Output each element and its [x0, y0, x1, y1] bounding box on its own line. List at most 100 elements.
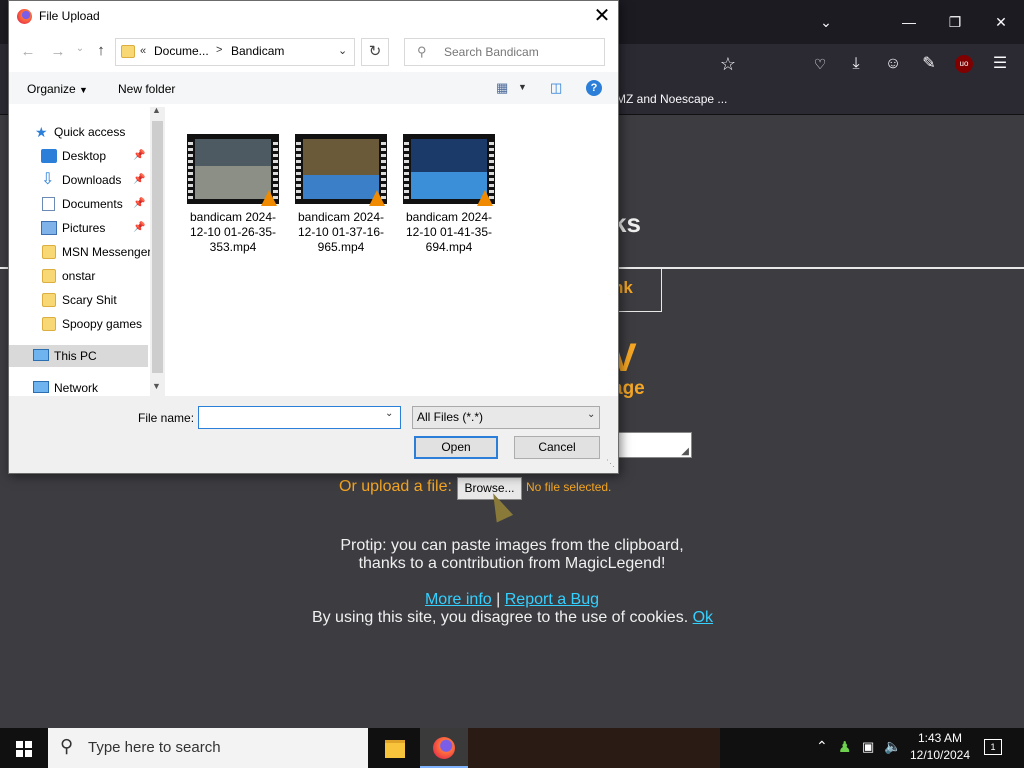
film-strip — [296, 139, 301, 199]
nav-label: Quick access — [54, 125, 126, 139]
nav-label: This PC — [54, 349, 97, 363]
pocket-icon[interactable]: ♡ — [808, 52, 832, 76]
forward-arrow-icon[interactable]: → — [47, 43, 69, 60]
film-strip — [404, 139, 409, 199]
more-info-link[interactable]: More info — [425, 591, 492, 608]
view-options-icon[interactable]: ▦ — [496, 80, 508, 96]
file-name: bandicam 2024-12-10 01-41-35-694.mp4 — [405, 210, 493, 254]
file-name-dropdown-chevron-icon[interactable]: ⌄ — [385, 408, 393, 419]
preview-pane-icon[interactable]: ◫ — [550, 80, 562, 96]
file-name: bandicam 2024-12-10 01-37-16-965.mp4 — [297, 210, 385, 254]
refresh-button[interactable]: ↻ — [361, 38, 389, 66]
start-button[interactable] — [0, 728, 48, 768]
clock-date[interactable]: 12/10/2024 — [900, 748, 980, 762]
taskbar-search-box[interactable]: ⚲ Type here to search — [48, 728, 368, 768]
download-arrow-icon: ⇩ — [41, 171, 55, 188]
info-links: More info | Report a Bug — [312, 591, 712, 609]
file-name-label: File name: — [138, 411, 195, 425]
windows-taskbar: ⚲ Type here to search ⌃ ♟ ▣ 🔈 1:43 AM 12… — [0, 728, 1024, 768]
nav-documents[interactable]: Documents 📌 — [9, 193, 149, 215]
restore-window-button[interactable]: ❐ — [943, 10, 967, 34]
navigation-pane: ★ Quick access Desktop 📌 ⇩ Downloads 📌 D… — [9, 104, 165, 396]
organize-button[interactable]: Organize ▼ — [27, 82, 88, 96]
nav-desktop[interactable]: Desktop 📌 — [9, 145, 149, 167]
hamburger-menu-icon[interactable]: ☰ — [988, 52, 1012, 76]
cookie-ok-link[interactable]: Ok — [693, 609, 713, 626]
pin-icon[interactable]: 📌 — [133, 217, 145, 239]
help-icon[interactable]: ? — [586, 80, 602, 96]
filter-dropdown-chevron-icon[interactable]: ⌄ — [587, 409, 595, 420]
folder-search-box[interactable]: ⚲ Search Bandicam — [404, 38, 605, 66]
desktop-icon — [41, 149, 57, 163]
resize-grip-icon[interactable]: ⋱ — [606, 458, 615, 469]
url-textarea[interactable]: ◢ — [612, 432, 692, 458]
nav-spoopy-games[interactable]: Spoopy games — [9, 313, 149, 335]
nav-quick-access[interactable]: ★ Quick access — [9, 121, 149, 143]
address-dropdown-chevron-icon[interactable]: ⌄ — [338, 44, 347, 57]
list-tabs-chevron-icon[interactable]: ⌄ — [814, 10, 838, 34]
breadcrumb-separator[interactable]: > — [216, 44, 222, 56]
bookmark-star-icon[interactable]: ☆ — [716, 52, 740, 76]
link-separator: | — [496, 591, 501, 608]
nav-link-tab[interactable]: nk — [612, 268, 662, 312]
report-bug-link[interactable]: Report a Bug — [505, 591, 599, 608]
file-list-pane: bandicam 2024-12-10 01-26-35-353.mp4 ban… — [169, 104, 618, 396]
nav-pane-scrollbar[interactable]: ▲ ▼ — [150, 105, 165, 396]
nav-onstar[interactable]: onstar — [9, 265, 149, 287]
nav-this-pc[interactable]: This PC — [9, 345, 148, 367]
taskbar-firefox[interactable] — [420, 728, 468, 768]
volume-icon[interactable]: 🔈 — [884, 738, 901, 755]
show-hidden-icons-chevron-icon[interactable]: ⌃ — [816, 738, 828, 755]
back-arrow-icon[interactable]: ← — [17, 43, 39, 60]
ublock-icon[interactable]: uo — [955, 55, 973, 73]
firefox-icon — [17, 9, 32, 24]
nav-scary-shit[interactable]: Scary Shit — [9, 289, 149, 311]
recent-locations-chevron-icon[interactable]: ⌄ — [69, 43, 91, 54]
taskbar-background-image — [468, 728, 720, 768]
dialog-titlebar[interactable]: File Upload ✕ — [9, 1, 618, 32]
resize-grip-icon[interactable]: ◢ — [681, 446, 689, 457]
file-type-filter[interactable]: All Files (*.*) — [412, 406, 600, 429]
network-icon[interactable]: ▣ — [862, 739, 874, 755]
windows-logo-icon — [16, 741, 32, 757]
scroll-up-chevron-icon[interactable]: ▲ — [152, 105, 161, 115]
nav-label: Documents — [62, 197, 123, 211]
extensions-icon[interactable]: ✎ — [917, 52, 941, 76]
address-bar[interactable]: « Docume... > Bandicam ⌄ — [115, 38, 355, 66]
address-overflow[interactable]: « — [140, 45, 146, 57]
cancel-button[interactable]: Cancel — [514, 436, 600, 459]
file-name-input[interactable] — [198, 406, 401, 429]
dialog-close-button[interactable]: ✕ — [589, 4, 615, 30]
downloads-icon[interactable]: ⤓ — [844, 52, 868, 76]
pin-icon[interactable]: 📌 — [133, 193, 145, 215]
view-dropdown-chevron-icon[interactable]: ▼ — [518, 82, 527, 92]
vlc-cone-icon — [477, 190, 493, 206]
account-icon[interactable]: ☺ — [881, 52, 905, 76]
open-button[interactable]: Open — [414, 436, 498, 459]
breadcrumb-documents[interactable]: Docume... — [154, 44, 209, 58]
minimize-window-button[interactable]: — — [897, 10, 921, 34]
pin-icon[interactable]: 📌 — [133, 145, 145, 167]
notification-center-icon[interactable]: 1 — [984, 739, 1002, 755]
file-name: bandicam 2024-12-10 01-26-35-353.mp4 — [189, 210, 277, 254]
nav-msn-messenger[interactable]: MSN Messenger — [9, 241, 152, 263]
nav-label: MSN Messenger — [62, 245, 152, 259]
bookmark-item-label[interactable]: MZ and Noescape ... — [616, 92, 727, 106]
search-icon: ⚲ — [417, 44, 427, 59]
folder-icon — [42, 269, 56, 283]
scroll-down-chevron-icon[interactable]: ▼ — [152, 381, 161, 391]
nav-downloads[interactable]: ⇩ Downloads 📌 — [9, 169, 149, 191]
breadcrumb-bandicam[interactable]: Bandicam — [231, 44, 284, 58]
pin-icon[interactable]: 📌 — [133, 169, 145, 191]
notification-count: 1 — [990, 742, 996, 752]
close-window-button[interactable]: ✕ — [989, 10, 1013, 34]
clock-time[interactable]: 1:43 AM — [900, 731, 980, 745]
cookie-notice: By using this site, you disagree to the … — [250, 609, 775, 627]
nav-pictures[interactable]: Pictures 📌 — [9, 217, 149, 239]
scrollbar-thumb[interactable] — [152, 121, 163, 373]
vlc-cone-icon — [369, 190, 385, 206]
taskbar-file-explorer[interactable] — [374, 728, 416, 768]
new-folder-button[interactable]: New folder — [118, 82, 175, 96]
user-status-icon[interactable]: ♟ — [838, 738, 851, 756]
up-arrow-icon[interactable]: ↑ — [90, 42, 112, 59]
